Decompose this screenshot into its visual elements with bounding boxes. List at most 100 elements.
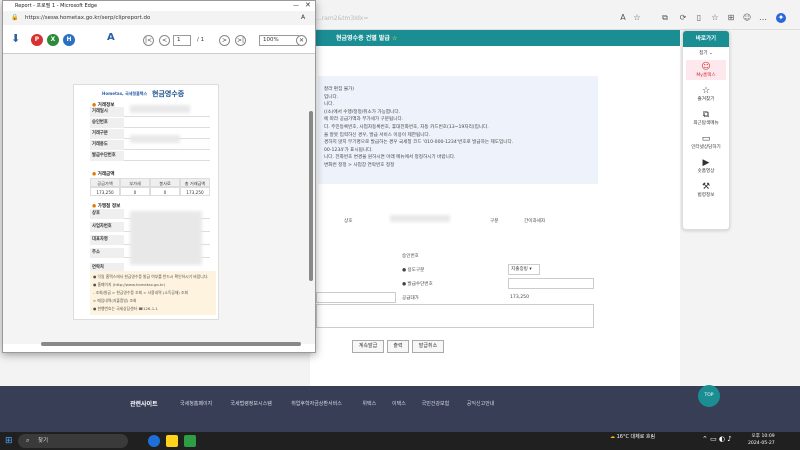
footer-link[interactable]: 위택스 bbox=[362, 400, 376, 407]
clock-date: 2024-05-27 bbox=[748, 441, 775, 446]
type-value: 간이과세자 bbox=[524, 219, 546, 224]
refresh-icon[interactable]: ⟳ bbox=[678, 13, 688, 23]
weather-icon: ☁ bbox=[610, 434, 615, 440]
vertical-scrollbar[interactable] bbox=[309, 111, 313, 281]
quick-item-consult[interactable]: ▭ 인터넷상담하기 bbox=[683, 132, 729, 152]
receipt-info-box: ● 익일 홈택스에서 현금영수증 발급 여부를 반드시 확인하시기 바랍니다. ●… bbox=[90, 271, 216, 315]
page-input[interactable]: 1 bbox=[173, 35, 191, 46]
amount-header: 공급가액 bbox=[90, 178, 120, 187]
quick-panel-title: 바로가기 bbox=[683, 31, 729, 47]
footer bbox=[0, 386, 800, 432]
trade-row-label: 거래일시 bbox=[90, 107, 124, 117]
store-info-blurred bbox=[130, 211, 202, 265]
trade-row-label: 거래구분 bbox=[90, 129, 124, 139]
fold-toggle[interactable]: 접기 ⌄ bbox=[683, 50, 729, 56]
edge-app-icon[interactable] bbox=[148, 435, 160, 447]
system-tray-icons[interactable]: ⌃ ▭ ◐ ♪ bbox=[702, 435, 732, 443]
footer-link[interactable]: 취업후학자금상환서비스 bbox=[291, 400, 342, 407]
extensions-icon[interactable]: ⧉ bbox=[660, 13, 670, 23]
notice-line: 변화번 정정 > 사업장 연락번호 정정 bbox=[324, 163, 395, 168]
trade-row: 승인번호 bbox=[90, 118, 210, 128]
notice-line: 니다. bbox=[324, 102, 334, 108]
quick-item-shorts[interactable]: ▶ 숏폼영상 bbox=[683, 156, 729, 176]
pdf-icon[interactable]: P bbox=[31, 34, 43, 46]
top-button[interactable]: TOP bbox=[698, 385, 720, 407]
amount-header: 부가세 bbox=[120, 178, 150, 187]
taskbar-search[interactable]: ⌕ 찾기 bbox=[18, 434, 128, 448]
read-aloud-icon[interactable]: A bbox=[618, 13, 628, 23]
cancel-issue-button[interactable]: 발급취소 bbox=[412, 340, 444, 353]
split-icon[interactable]: ▯ bbox=[694, 13, 704, 23]
first-page-button[interactable]: |< bbox=[143, 35, 154, 46]
notice-line: 에 따라 공급가액과 부가세가 구분됩니다. bbox=[324, 117, 404, 123]
horizontal-scrollbar[interactable] bbox=[41, 342, 301, 346]
store-value-blurred bbox=[390, 215, 450, 222]
info-line: ● 홈페이지 (http://www.hometax.go.kr) bbox=[93, 282, 166, 287]
purpose-select[interactable]: 지출증빙 ▾ bbox=[508, 264, 540, 275]
footer-link[interactable]: 국민건강보험 bbox=[422, 400, 450, 407]
windows-start-icon[interactable]: ⊞ bbox=[5, 436, 13, 446]
print-text-icon[interactable]: A bbox=[107, 32, 115, 43]
notice-line: 잘라 편집 불가) bbox=[324, 87, 355, 92]
quick-item-law[interactable]: ⚒ 법령정보 bbox=[683, 180, 729, 200]
hwp-icon[interactable]: H bbox=[63, 34, 75, 46]
report-toolbar: ⬇ P X H A |< < 1 / 1 > >| 100% ✕ bbox=[3, 26, 315, 54]
trade-row-label: 발급수단번호 bbox=[90, 151, 124, 161]
background-address-bar[interactable]: ...ram2&tm3Idx= bbox=[316, 12, 616, 26]
close-report-button[interactable]: ✕ bbox=[296, 35, 307, 46]
save-icon[interactable]: ⬇ bbox=[11, 32, 20, 45]
quick-panel: 바로가기 접기 ⌄ ☺ My홈택스 ☆ 즐겨찾기 ⧉ 최근탐색메뉴 ▭ 인터넷상담하기 … bbox=[682, 30, 730, 230]
favorite-icon[interactable]: ☆ bbox=[632, 13, 642, 23]
amount-header: 총 거래금액 bbox=[180, 178, 210, 187]
supply-label: 공급대가 bbox=[402, 296, 419, 301]
amount-header: 봉사료 bbox=[150, 178, 180, 187]
store-row-label: 대표자명 bbox=[90, 235, 124, 245]
app-icon-3[interactable] bbox=[184, 435, 196, 447]
left-input[interactable] bbox=[316, 292, 396, 303]
memo-textarea[interactable] bbox=[316, 304, 594, 328]
weather-text: 16°C 대체로 흐림 bbox=[616, 434, 656, 440]
footer-link[interactable]: 이택스 bbox=[392, 400, 406, 407]
weather[interactable]: ☁ 16°C 대체로 흐림 bbox=[610, 433, 655, 440]
amount-value: 0 bbox=[150, 187, 180, 196]
collections-icon[interactable]: ⊞ bbox=[726, 13, 736, 23]
quick-item-myhometax[interactable]: ☺ My홈택스 bbox=[686, 60, 726, 80]
continue-issue-button[interactable]: 계속발급 bbox=[352, 340, 384, 353]
zoom-input[interactable]: 100% bbox=[259, 35, 299, 46]
amount-value: 173,250 bbox=[180, 187, 210, 196]
last-page-button[interactable]: >| bbox=[235, 35, 246, 46]
menu-icon[interactable]: … bbox=[758, 13, 768, 23]
trade-row-label: 승인번호 bbox=[90, 118, 124, 128]
footer-link[interactable]: 공익신고안내 bbox=[467, 400, 495, 407]
notice-line: 다. 주민등록번호, 사업자등록번호, 휴대전화번호, 자동 카드번호(13~1… bbox=[324, 125, 489, 130]
quick-item-favorites[interactable]: ☆ 즐겨찾기 bbox=[683, 84, 729, 104]
hometax-logo: Hometax, 국세청홈택스 bbox=[102, 91, 148, 96]
profile-icon[interactable]: ☺ bbox=[742, 13, 752, 23]
prev-page-button[interactable]: < bbox=[159, 35, 170, 46]
read-aloud-icon[interactable]: A bbox=[301, 11, 305, 25]
explorer-app-icon[interactable] bbox=[166, 435, 178, 447]
quick-item-recent[interactable]: ⧉ 최근탐색메뉴 bbox=[683, 108, 729, 128]
notice-line: 을 잘못 입력하신 경우, 발급 서비스 이용이 제한됩니다. bbox=[324, 132, 431, 138]
clock[interactable]: 오후 10:09 2024-05-27 bbox=[748, 433, 775, 447]
next-page-button[interactable]: > bbox=[219, 35, 230, 46]
close-icon[interactable]: ✕ bbox=[305, 1, 311, 9]
copilot-icon[interactable]: ✦ bbox=[776, 13, 786, 23]
print-button[interactable]: 출력 bbox=[387, 340, 409, 353]
issue-no-input[interactable] bbox=[508, 278, 594, 289]
footer-link[interactable]: 국세청홈페이지 bbox=[180, 400, 212, 407]
minimize-icon[interactable]: — bbox=[293, 2, 299, 9]
receipt-page: Hometax, 국세청홈택스 현금영수증 ● 거래정보 거래일시 승인번호 거래구… bbox=[73, 84, 219, 320]
notice-line: 00-1234'가 표시됩니다. bbox=[324, 147, 373, 153]
popup-url: https://sesw.hometax.go.kr/serp/cliprepo… bbox=[25, 15, 151, 21]
trade-row-label: 거래용도 bbox=[90, 140, 124, 150]
laptop-icon: ▭ bbox=[701, 134, 711, 144]
popup-address-bar[interactable]: 🔒 https://sesw.hometax.go.kr/serp/clipre… bbox=[3, 11, 315, 25]
footer-link[interactable]: 국세법령정보시스템 bbox=[230, 400, 271, 407]
star-icon: ☆ bbox=[701, 86, 711, 96]
notice-line: 경하지 않지 무기명으로 발급하는 경우 국세청 코드 '010-000-123… bbox=[324, 140, 514, 146]
notice-line: 입니다. bbox=[324, 94, 339, 100]
favorites-bar-icon[interactable]: ☆ bbox=[710, 13, 720, 23]
excel-icon[interactable]: X bbox=[47, 34, 59, 46]
popup-title-bar: Report - 프로필 1 - Microsoft Edge bbox=[3, 1, 315, 11]
